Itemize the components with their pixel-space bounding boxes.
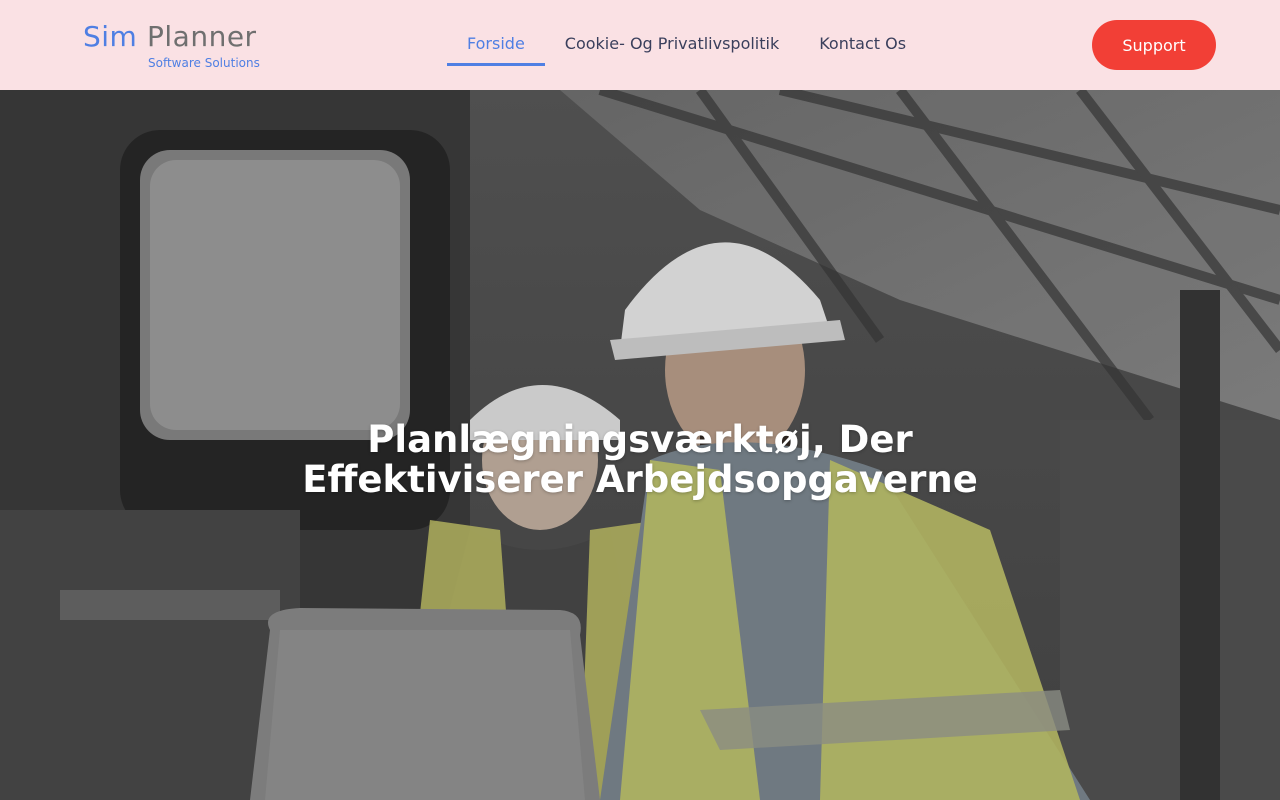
nav-item-forside[interactable]: Forside <box>447 24 545 66</box>
logo-tagline: Software Solutions <box>148 56 260 70</box>
hero-section: Planlægningsværktøj, Der Effektiviserer … <box>0 90 1280 800</box>
site-header: Sim Planner Software Solutions Forside C… <box>0 0 1280 90</box>
support-button[interactable]: Support <box>1092 20 1216 70</box>
logo-word-sim: Sim <box>83 20 138 53</box>
logo-word-planner: Planner <box>147 20 257 53</box>
nav-item-contact[interactable]: Kontact Os <box>799 24 926 66</box>
nav-item-cookie-privacy[interactable]: Cookie- Og Privatlivspolitik <box>545 24 799 66</box>
main-navigation: Forside Cookie- Og Privatlivspolitik Kon… <box>447 24 926 68</box>
sim-planner-logo[interactable]: Sim Planner Software Solutions <box>83 20 273 72</box>
hero-title: Planlægningsværktøj, Der Effektiviserer … <box>302 418 978 501</box>
